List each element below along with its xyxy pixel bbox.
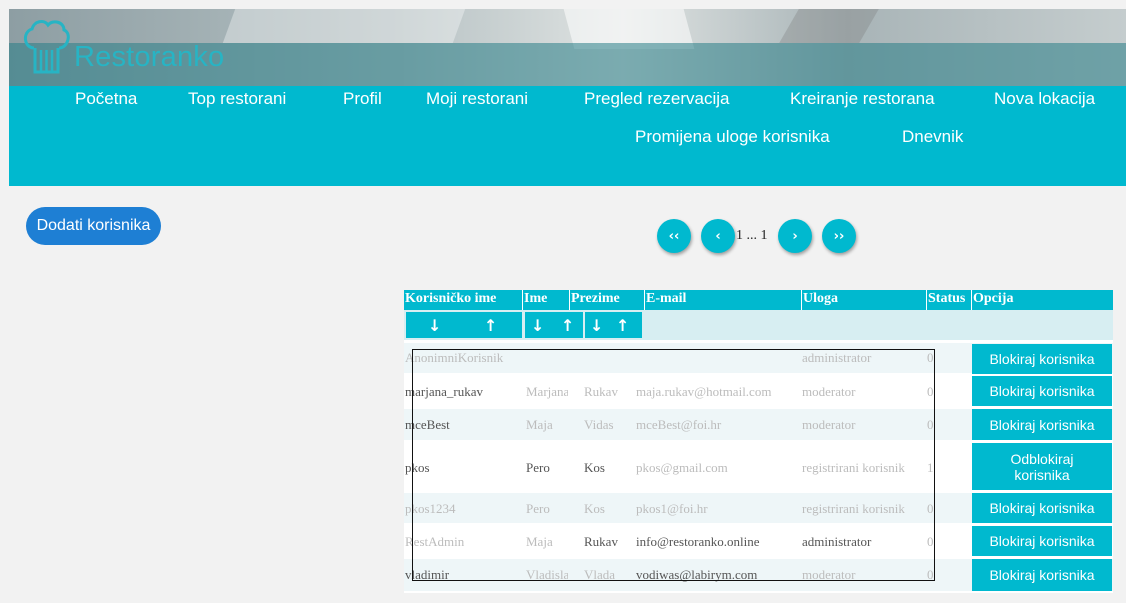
nav-item-top-restorani[interactable]: Top restorani (188, 89, 286, 109)
sort-asc-arrow-icon[interactable]: ↑ (561, 316, 574, 335)
prev-page-button[interactable]: ‹ (701, 219, 735, 253)
first-page-button[interactable]: ‹‹ (657, 219, 691, 253)
sort-controls-row: ↓ ↑ ↓ ↑ ↓ ↑ (404, 310, 1113, 340)
sort-asc-arrow-icon[interactable]: ↑ (484, 316, 497, 335)
nav-item-pregled-rezervacija[interactable]: Pregled rezervacija (584, 89, 730, 109)
header-prezime: Prezime (570, 290, 644, 310)
sort-desc-arrow-icon[interactable]: ↓ (590, 316, 603, 335)
block-user-button[interactable]: Blokiraj korisnika (972, 376, 1112, 406)
nav-item-dnevnik[interactable]: Dnevnik (902, 127, 963, 147)
sort-asc-arrow-icon[interactable]: ↑ (616, 316, 629, 335)
last-page-button[interactable]: ›› (822, 219, 856, 253)
nav-item-profil[interactable]: Profil (343, 89, 382, 109)
banner-decoration (779, 9, 879, 43)
selection-outline (412, 349, 935, 581)
sort-desc-arrow-icon[interactable]: ↓ (428, 316, 441, 335)
next-page-button[interactable]: › (778, 219, 812, 253)
chevron-right-icon: › (792, 228, 798, 244)
unblock-user-button[interactable]: Odblokiraj korisnika (972, 443, 1112, 490)
nav-item-moji-restorani[interactable]: Moji restorani (426, 89, 528, 109)
block-user-button[interactable]: Blokiraj korisnika (972, 344, 1112, 374)
sort-desc-arrow-icon[interactable]: ↓ (531, 316, 544, 335)
banner-decoration (222, 9, 466, 43)
header-korisnicko-ime: Korisničko ime (404, 290, 522, 310)
nav-item-nova-lokacija[interactable]: Nova lokacija (994, 89, 1095, 109)
pagination: ‹‹ ‹ 1 ... 1 › ›› (0, 219, 1126, 255)
main-nav: Početna Top restorani Profil Moji restor… (9, 86, 1126, 186)
block-user-button[interactable]: Blokiraj korisnika (972, 526, 1112, 556)
chevron-left-icon: ‹ (715, 228, 721, 244)
header-uloga: Uloga (802, 290, 926, 310)
header-ime: Ime (523, 290, 569, 310)
block-user-button[interactable]: Blokiraj korisnika (972, 493, 1112, 523)
sort-prezime: ↓ ↑ (585, 312, 642, 338)
nav-item-pocetna[interactable]: Početna (75, 89, 137, 109)
block-user-button[interactable]: Blokiraj korisnika (972, 409, 1112, 440)
header-email: E-mail (645, 290, 801, 310)
sort-ime: ↓ ↑ (525, 312, 583, 338)
header-status: Status (927, 290, 971, 310)
block-user-button[interactable]: Blokiraj korisnika (972, 559, 1112, 591)
chef-hat-icon (24, 20, 70, 74)
sort-username: ↓ ↑ (406, 312, 522, 338)
nav-item-kreiranje-restorana[interactable]: Kreiranje restorana (790, 89, 935, 109)
header-opcija: Opcija (972, 290, 1113, 310)
double-chevron-right-icon: ›› (833, 228, 845, 244)
double-chevron-left-icon: ‹‹ (668, 228, 680, 244)
page-indicator: 1 ... 1 (736, 228, 768, 243)
app-name: Restoranko (74, 41, 225, 73)
nav-item-promijena-uloge[interactable]: Promijena uloge korisnika (635, 127, 830, 147)
site-logo[interactable]: Restoranko (20, 18, 224, 74)
